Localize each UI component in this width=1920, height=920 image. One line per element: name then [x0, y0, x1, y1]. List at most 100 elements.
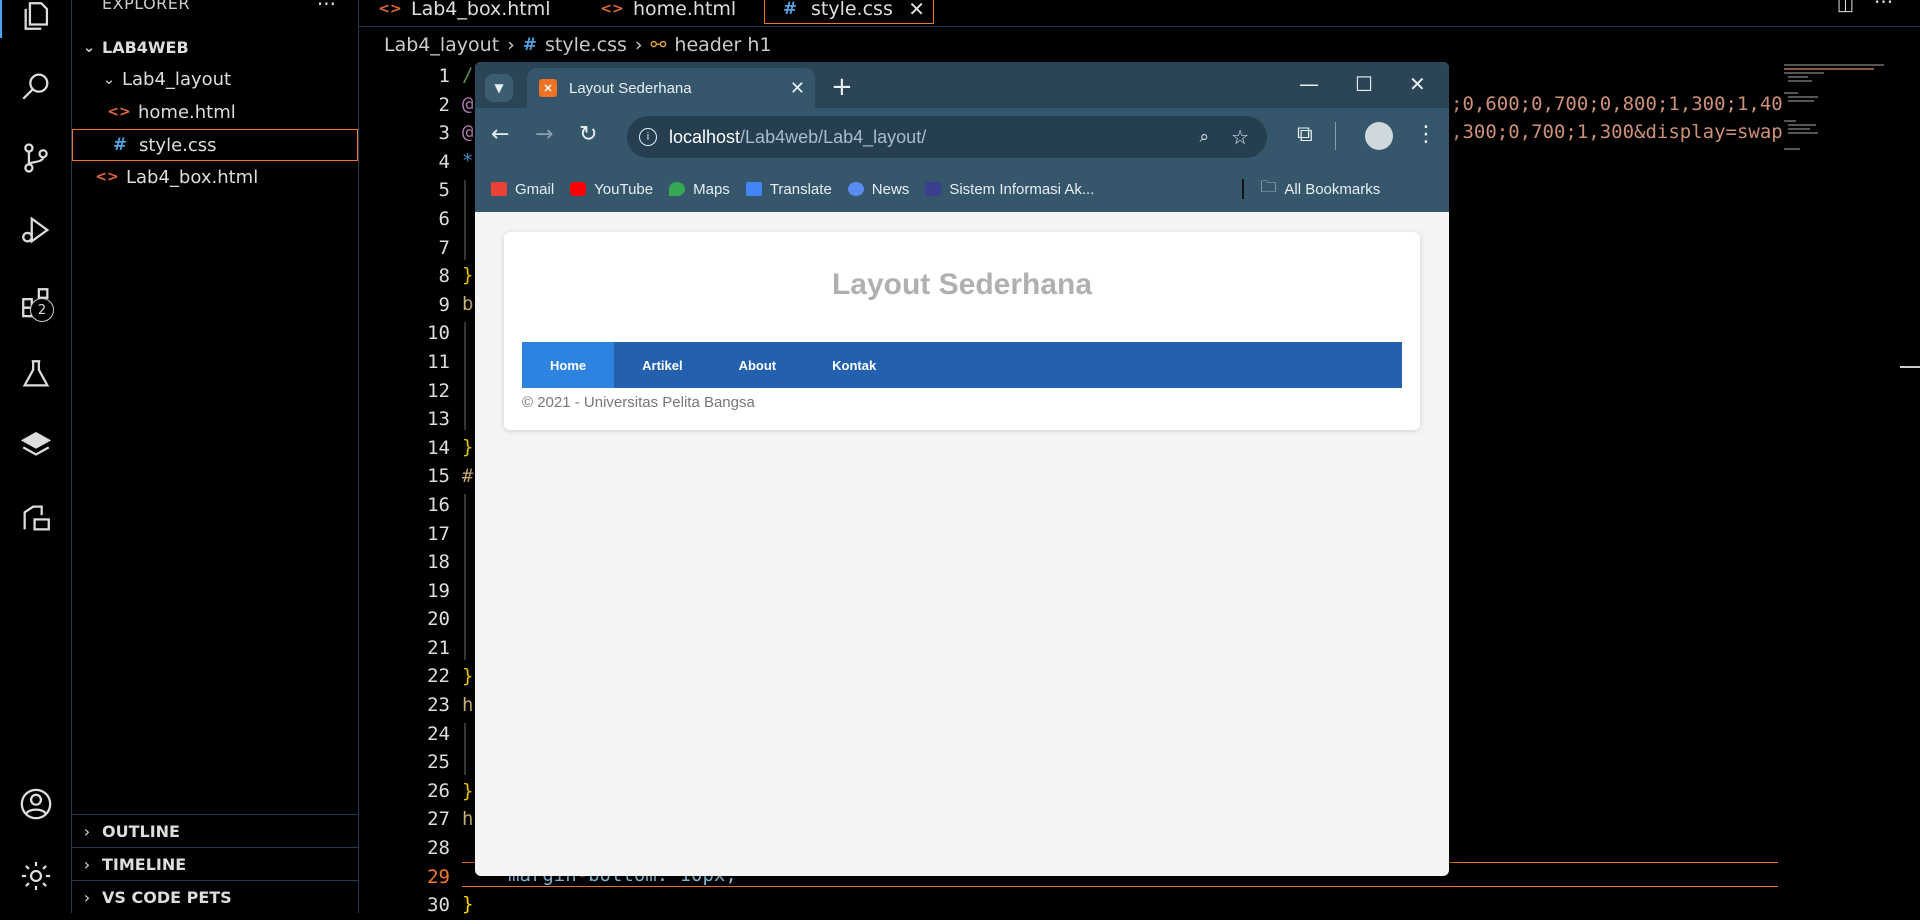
indent-guide: [464, 180, 466, 260]
tab-lab4-box-html[interactable]: <> Lab4_box.html: [365, 0, 599, 24]
code-at-rule: @: [462, 93, 474, 115]
workspace-root[interactable]: ⌄ LAB4WEB: [72, 32, 358, 62]
bookmark-maps[interactable]: Maps: [669, 181, 730, 198]
maximize-icon[interactable]: ☐: [1355, 72, 1373, 96]
account-icon[interactable]: [14, 782, 58, 826]
tab-search-icon[interactable]: ▼: [485, 74, 513, 102]
bookmark-star-icon[interactable]: ☆: [1231, 125, 1249, 150]
line-number: 26: [427, 779, 450, 802]
nav-kontak-link[interactable]: Kontak: [804, 342, 904, 388]
chevron-down-icon: ⌄: [102, 70, 116, 88]
close-icon[interactable]: ✕: [908, 0, 925, 21]
minimize-icon[interactable]: —: [1299, 72, 1319, 96]
indent-guide: [464, 723, 466, 775]
youtube-icon: [570, 182, 587, 196]
minimap[interactable]: [1784, 62, 1894, 162]
search-icon[interactable]: [14, 64, 58, 108]
source-control-icon[interactable]: [14, 136, 58, 180]
url-path: /Lab4web/Lab4_layout/: [740, 126, 927, 147]
line-number: 4: [438, 150, 450, 173]
gmail-icon: [491, 182, 507, 196]
breadcrumb-folder[interactable]: Lab4_layout: [384, 34, 499, 56]
tab-style-css[interactable]: # style.css ✕: [764, 0, 934, 24]
file-home-html[interactable]: <> home.html: [72, 97, 358, 127]
extensions-puzzle-icon[interactable]: ⧉: [1297, 122, 1313, 147]
split-editor-icon[interactable]: ◫: [1837, 0, 1854, 15]
explorer-icon[interactable]: [0, 0, 72, 38]
tab-home-html[interactable]: <> home.html: [587, 0, 761, 24]
file-lab4-box-html[interactable]: <> Lab4_box.html: [72, 162, 358, 192]
bookmark-youtube[interactable]: YouTube: [570, 181, 653, 198]
extensions-icon[interactable]: 2: [14, 280, 58, 324]
line-number: 29: [427, 865, 450, 888]
line-number: 15: [427, 465, 450, 488]
line-number: 1: [438, 65, 450, 87]
indent-guide: [464, 494, 466, 660]
editor-more-icon[interactable]: ···: [1874, 0, 1893, 14]
bookmark-translate[interactable]: Translate: [745, 181, 832, 198]
line-number: 14: [427, 436, 450, 459]
folder-lab4-layout[interactable]: ⌄ Lab4_layout: [72, 64, 358, 94]
line-numbers: 1 2 3 4 5 6 7 8 9 10 11 12 13 14 15 16 17 18 19 20 21 22 23 24 2…: [372, 62, 450, 920]
vscode-pets-section[interactable]: › VS CODE PETS: [72, 880, 358, 913]
run-debug-icon[interactable]: [14, 208, 58, 252]
page-navbar: Home Artikel About Kontak: [522, 342, 1402, 388]
site-info-icon[interactable]: i: [639, 128, 657, 146]
line-number: 19: [427, 579, 450, 602]
layers-icon[interactable]: [14, 424, 58, 468]
bookmarks-divider: [1242, 179, 1245, 199]
nav-about-link[interactable]: About: [711, 342, 805, 388]
scrollbar-marker[interactable]: [1900, 366, 1920, 368]
line-number: 28: [427, 837, 450, 860]
browser-chrome: ▼ ✕ Layout Sederhana ✕ + — ☐ ✕ ← → ↻ i l…: [475, 62, 1449, 212]
line-number: 30: [427, 894, 450, 917]
timeline-section[interactable]: › TIMELINE: [72, 847, 358, 880]
maps-icon: [669, 182, 686, 196]
browser-menu-icon[interactable]: ⋮: [1415, 122, 1437, 147]
address-bar[interactable]: i localhost/Lab4web/Lab4_layout/ ⌕ ☆: [627, 116, 1267, 158]
bookmark-sistem-informasi[interactable]: Sistem Informasi Ak...: [925, 181, 1094, 198]
nav-home-link[interactable]: Home: [522, 342, 615, 388]
forward-arrow-icon[interactable]: →: [535, 122, 553, 147]
breadcrumb-symbol[interactable]: header h1: [674, 34, 771, 56]
page-heading: Layout Sederhana: [831, 268, 1093, 301]
breadcrumb-file[interactable]: style.css: [545, 34, 627, 56]
bookmark-news[interactable]: News: [847, 181, 909, 198]
code-comment-start: /: [462, 64, 474, 86]
browser-tab-title: Layout Sederhana: [569, 79, 692, 97]
page-footer: © 2021 - Universitas Pelita Bangsa: [522, 394, 755, 411]
line-number: 25: [427, 751, 450, 774]
all-bookmarks[interactable]: 🗀 All Bookmarks: [1260, 176, 1380, 203]
settings-gear-icon[interactable]: [14, 854, 58, 898]
breadcrumb: Lab4_layout › # style.css › ⚯ header h1: [384, 34, 772, 56]
line-number: 27: [427, 808, 450, 831]
back-arrow-icon[interactable]: ←: [491, 122, 509, 147]
close-window-icon[interactable]: ✕: [1409, 72, 1426, 96]
close-tab-icon[interactable]: ✕: [790, 78, 805, 99]
code-selector: #: [462, 465, 474, 487]
testing-icon[interactable]: [14, 352, 58, 396]
browser-tab[interactable]: ✕ Layout Sederhana ✕: [527, 68, 815, 108]
line-number: 7: [438, 236, 450, 259]
explorer-more-icon[interactable]: ···: [317, 0, 336, 16]
new-tab-icon[interactable]: +: [831, 72, 853, 102]
profile-avatar[interactable]: [1365, 122, 1393, 150]
university-icon: [925, 182, 942, 196]
bookmarks-bar: Gmail YouTube Maps Translate News Sistem…: [475, 166, 1449, 212]
line-number: 11: [427, 350, 450, 373]
bookmark-gmail[interactable]: Gmail: [491, 181, 554, 198]
nav-artikel-link[interactable]: Artikel: [614, 342, 710, 388]
line-number: 3: [438, 122, 450, 145]
zoom-icon[interactable]: ⌕: [1199, 127, 1209, 147]
code-brace: }: [462, 780, 474, 802]
outline-section[interactable]: › OUTLINE: [72, 814, 358, 847]
file-style-css[interactable]: # style.css: [72, 129, 358, 161]
line-number: 17: [427, 522, 450, 545]
reload-icon[interactable]: ↻: [579, 122, 597, 147]
code-brace: }: [462, 264, 474, 286]
news-icon: [847, 182, 864, 196]
toolbar-divider: [1335, 122, 1336, 150]
line-number: 9: [438, 293, 450, 316]
code-brace: }: [462, 665, 474, 687]
remote-explorer-icon[interactable]: [14, 496, 58, 540]
